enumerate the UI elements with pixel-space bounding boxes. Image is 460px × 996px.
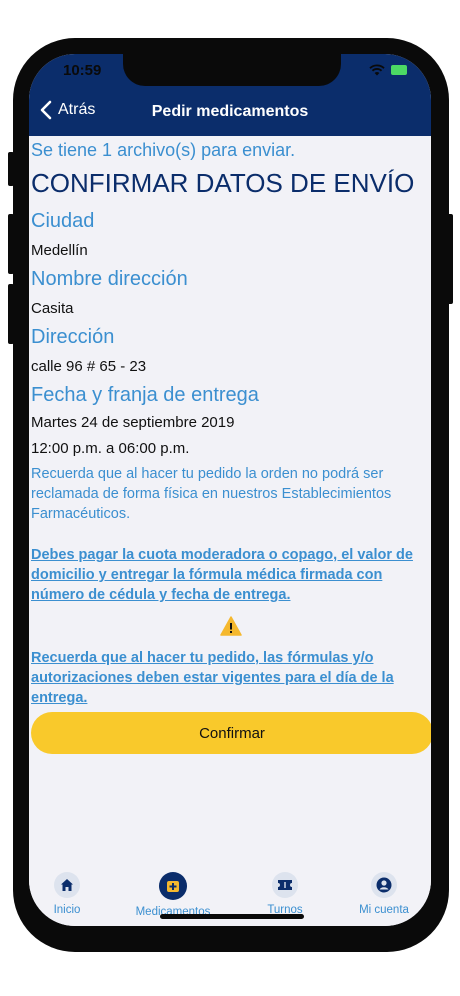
address-name-value: Casita bbox=[31, 300, 74, 317]
battery-icon bbox=[391, 65, 407, 75]
tab-home-label: Inicio bbox=[53, 904, 81, 916]
confirm-button[interactable]: Confirmar bbox=[31, 712, 431, 754]
status-time: 10:59 bbox=[63, 62, 102, 79]
home-icon bbox=[61, 879, 73, 891]
page-title: Pedir medicamentos bbox=[151, 103, 309, 120]
mute-switch bbox=[8, 152, 14, 186]
wifi-icon bbox=[369, 64, 385, 76]
section-heading: CONFIRMAR DATOS DE ENVÍO bbox=[31, 168, 415, 198]
medication-icon bbox=[167, 881, 179, 892]
account-icon bbox=[376, 877, 392, 893]
tab-medications[interactable]: Medicamentos bbox=[123, 872, 223, 918]
tab-turns[interactable]: Turnos bbox=[235, 872, 335, 916]
validity-requirements-link[interactable]: Recuerda que al hacer tu pedido, las fór… bbox=[31, 648, 429, 708]
delivery-date: Martes 24 de septiembre 2019 bbox=[31, 414, 235, 431]
screen: 10:59 Atrás Pedir medicamentos Se tiene … bbox=[29, 54, 431, 926]
warning-icon bbox=[220, 616, 242, 636]
address-name-label: Nombre dirección bbox=[31, 268, 188, 290]
delivery-label: Fecha y franja de entrega bbox=[31, 384, 259, 406]
navigation-bar: Atrás Pedir medicamentos bbox=[29, 88, 431, 136]
address-value: calle 96 # 65 - 23 bbox=[31, 358, 147, 375]
notch bbox=[123, 54, 341, 86]
volume-down-button bbox=[8, 284, 14, 344]
home-indicator bbox=[160, 914, 304, 919]
address-label: Dirección bbox=[31, 326, 115, 348]
power-button bbox=[447, 214, 453, 304]
files-note: Se tiene 1 archivo(s) para enviar. bbox=[31, 140, 296, 160]
tab-account-label: Mi cuenta bbox=[359, 904, 409, 916]
tab-account[interactable]: Mi cuenta bbox=[334, 872, 431, 916]
volume-up-button bbox=[8, 214, 14, 274]
delivery-slot: 12:00 p.m. a 06:00 p.m. bbox=[31, 440, 190, 457]
city-label: Ciudad bbox=[31, 210, 95, 232]
ticket-icon bbox=[278, 880, 292, 890]
city-value: Medellín bbox=[31, 242, 88, 259]
payment-requirements-link[interactable]: Debes pagar la cuota moderadora o copago… bbox=[31, 545, 429, 605]
tab-home[interactable]: Inicio bbox=[29, 872, 117, 916]
pickup-notice: Recuerda que al hacer tu pedido la orden… bbox=[31, 466, 392, 522]
